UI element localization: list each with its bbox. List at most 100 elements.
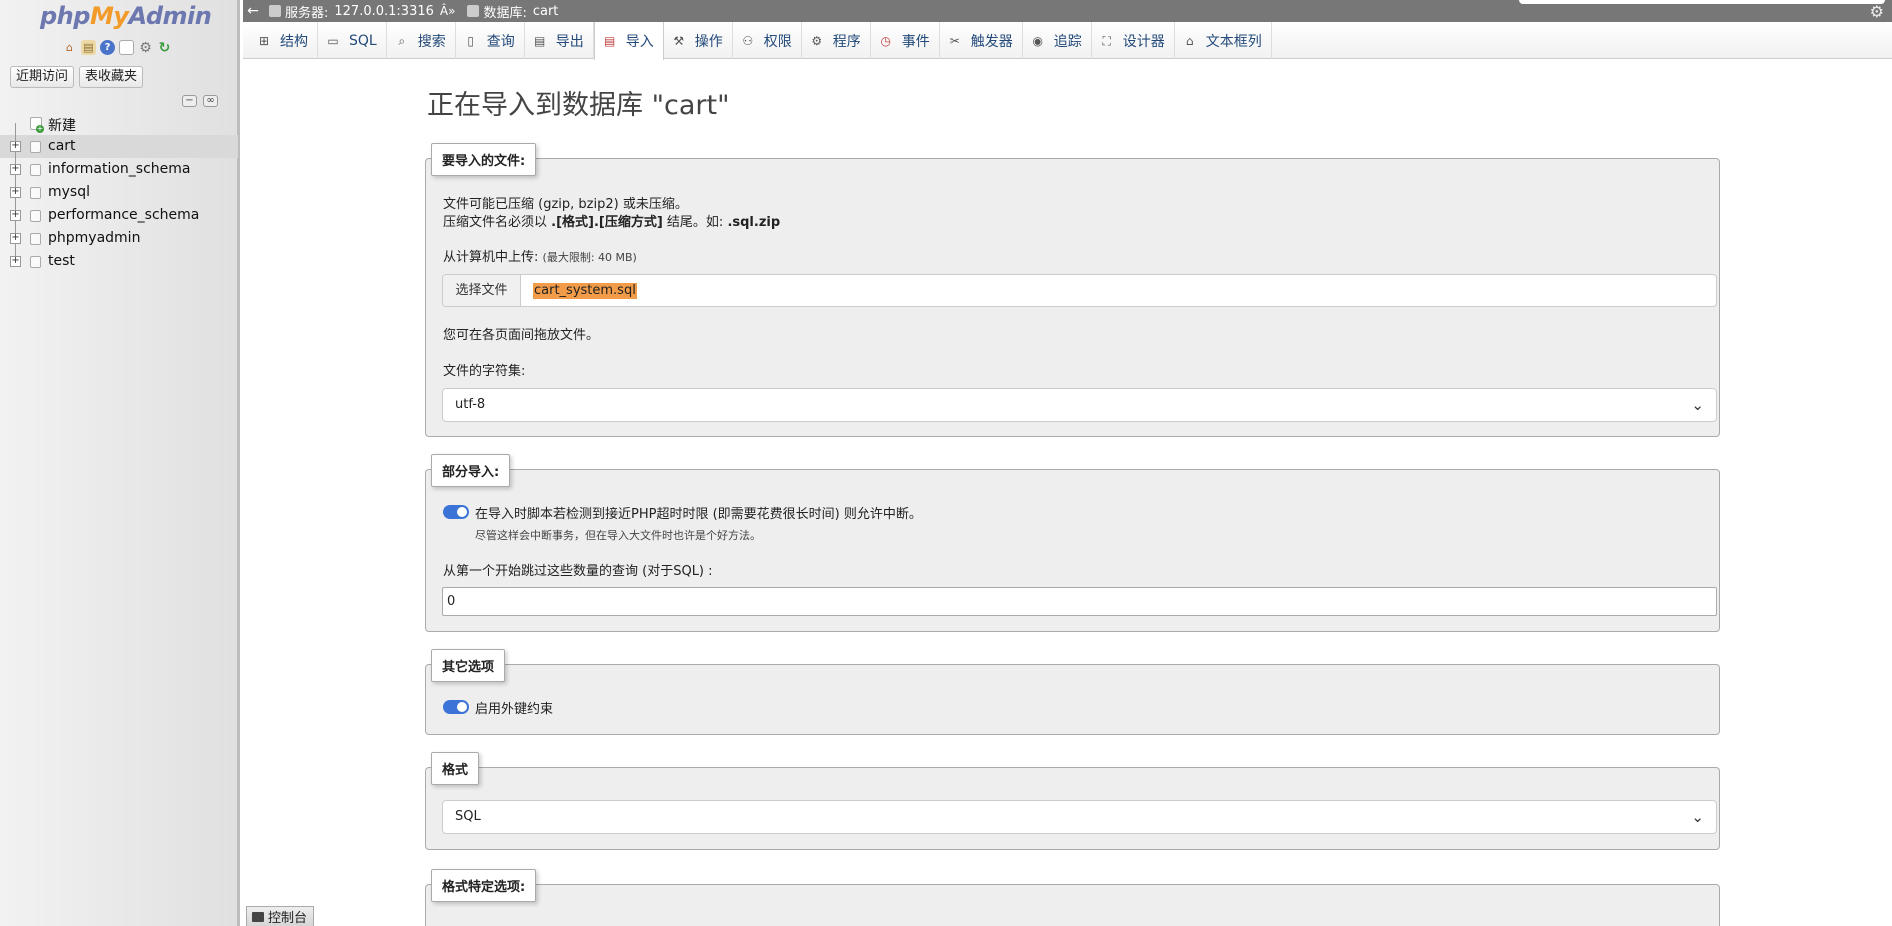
tab-operations[interactable]: ⚒ 操作 xyxy=(664,22,733,59)
allow-interrupt-toggle[interactable] xyxy=(443,505,469,519)
database-icon xyxy=(30,187,41,199)
allow-interrupt-label: 在导入时脚本若检测到接近PHP超时时限 (即需要花费很长时间) 则允许中断。 xyxy=(475,507,922,522)
file-input[interactable]: 选择文件 cart_system.sql xyxy=(442,274,1717,307)
expand-icon[interactable]: + xyxy=(10,210,21,221)
logo-php-text: php xyxy=(40,2,90,30)
chevron-down-icon: ⌄ xyxy=(1691,808,1704,826)
tree-item-label: phpmyadmin xyxy=(48,230,141,246)
upload-label-text: 从计算机中上传: xyxy=(443,250,539,265)
query-icon: ▯ xyxy=(467,33,475,48)
line2-mid: 结尾。如: xyxy=(662,215,728,230)
recent-button[interactable]: 近期访问 xyxy=(10,66,75,88)
tab-designer[interactable]: ⛶ 设计器 xyxy=(1092,22,1175,59)
expand-icon[interactable]: + xyxy=(10,141,21,152)
line2-example: .sql.zip xyxy=(727,215,781,230)
tab-privileges[interactable]: ⚇ 权限 xyxy=(733,22,802,59)
tree-item-label: information_schema xyxy=(48,161,191,177)
tab-structure[interactable]: ⊞ 结构 xyxy=(249,22,318,59)
tree-controls: − ∞ xyxy=(182,95,218,107)
charset-select[interactable]: utf-8 ⌄ xyxy=(442,388,1717,422)
tab-import[interactable]: ▤ 导入 xyxy=(593,22,664,60)
skip-queries-label: 从第一个开始跳过这些数量的查询 (对于SQL) : xyxy=(443,564,713,579)
tree-item-test[interactable]: + test xyxy=(0,250,238,273)
tab-label: 追踪 xyxy=(1053,33,1082,50)
columns-icon: ⌂ xyxy=(1185,33,1194,48)
link-with-main-icon[interactable]: ∞ xyxy=(203,95,218,107)
expand-icon[interactable]: + xyxy=(10,187,21,198)
triggers-icon: ✂ xyxy=(949,33,960,48)
tab-search[interactable]: ⌕ 搜索 xyxy=(387,22,456,59)
logo-my-text: My xyxy=(89,2,129,30)
compression-info-line1: 文件可能已压缩 (gzip, bzip2) 或未压缩。 xyxy=(443,197,688,212)
line2-prefix: 压缩文件名必须以 xyxy=(443,215,552,230)
tab-columns[interactable]: ⌂ 文本框列 xyxy=(1175,22,1272,59)
charset-label: 文件的字符集: xyxy=(443,364,526,379)
home-icon[interactable]: ⌂ xyxy=(62,40,77,55)
breadcrumb-database-label: 数据库: xyxy=(483,5,527,21)
skip-queries-input[interactable]: 0 xyxy=(442,587,1717,616)
tab-label: 导出 xyxy=(555,33,584,50)
tab-label: 文本框列 xyxy=(1205,33,1262,50)
new-db-icon xyxy=(30,117,44,133)
expand-icon[interactable]: + xyxy=(10,164,21,175)
tree-item-information-schema[interactable]: + information_schema xyxy=(0,158,238,181)
tree-item-label: cart xyxy=(48,138,76,154)
tab-label: 权限 xyxy=(763,33,792,50)
import-icon: ▤ xyxy=(604,34,616,48)
tab-label: 设计器 xyxy=(1122,33,1165,50)
tab-triggers[interactable]: ✂ 触发器 xyxy=(940,22,1023,59)
recent-favorites-tabs: 近期访问 表收藏夹 xyxy=(10,66,144,88)
breadcrumb-database-link[interactable]: cart xyxy=(533,4,559,19)
charset-selected-value: utf-8 xyxy=(455,397,486,412)
collapse-all-icon[interactable]: − xyxy=(182,95,197,107)
expand-icon[interactable]: + xyxy=(10,233,21,244)
reload-icon[interactable]: ↻ xyxy=(157,40,172,55)
format-selected-value: SQL xyxy=(455,809,481,824)
format-specific-options-legend: 格式特定选项: xyxy=(431,869,537,902)
choose-file-button[interactable]: 选择文件 xyxy=(443,275,521,306)
tab-tracking[interactable]: ◉ 追踪 xyxy=(1023,22,1092,59)
breadcrumb-separator: Â» xyxy=(439,4,456,18)
tree-item-cart[interactable]: + cart xyxy=(0,135,238,158)
tree-item-label: 新建 xyxy=(48,118,76,134)
tree-item-phpmyadmin[interactable]: + phpmyadmin xyxy=(0,227,238,250)
tab-query[interactable]: ▯ 查询 xyxy=(456,22,525,59)
help-icon[interactable]: ? xyxy=(100,40,115,55)
phpmyadmin-logo[interactable]: phpMyAdmin xyxy=(40,2,212,30)
tree-item-mysql[interactable]: + mysql xyxy=(0,181,238,204)
tab-routines[interactable]: ⚙ 程序 xyxy=(802,22,871,59)
tree-item-label: mysql xyxy=(48,184,90,200)
format-section: 格式 SQL ⌄ xyxy=(425,752,1720,850)
back-arrow-icon[interactable]: ← xyxy=(243,3,263,19)
format-legend: 格式 xyxy=(431,752,480,785)
tab-events[interactable]: ◷ 事件 xyxy=(871,22,940,59)
settings-gear-icon[interactable]: ⚙ xyxy=(138,40,153,55)
tree-item-performance-schema[interactable]: + performance_schema xyxy=(0,204,238,227)
foreign-key-checks-label: 启用外键约束 xyxy=(475,702,554,717)
breadcrumb-server-link[interactable]: 127.0.0.1:3316 xyxy=(334,4,434,19)
page-title: 正在导入到数据库 "cart" xyxy=(427,90,730,121)
expand-icon[interactable]: + xyxy=(10,256,21,267)
privileges-icon: ⚇ xyxy=(742,33,754,48)
database-icon xyxy=(30,141,41,153)
tab-sql[interactable]: ▭ SQL xyxy=(318,22,387,59)
other-options-legend: 其它选项 xyxy=(431,649,506,682)
compression-info-line2: 压缩文件名必须以 .[格式].[压缩方式] 结尾。如: .sql.zip xyxy=(443,211,780,230)
foreign-key-checks-toggle[interactable] xyxy=(443,700,469,714)
breadcrumb-server-label: 服务器: xyxy=(285,5,329,21)
tree-item-new[interactable]: 新建 xyxy=(0,112,238,135)
tab-export[interactable]: ▤ 导出 xyxy=(525,22,594,59)
partial-import-legend: 部分导入: xyxy=(431,454,511,487)
format-select[interactable]: SQL ⌄ xyxy=(442,800,1717,834)
tree-item-label: test xyxy=(48,253,75,269)
logout-icon[interactable]: ▤ xyxy=(81,40,96,55)
tab-label: 事件 xyxy=(901,33,930,50)
drag-drop-hint: 您可在各页面间拖放文件。 xyxy=(443,328,600,343)
partial-import-section: 部分导入: 在导入时脚本若检测到接近PHP超时时限 (即需要花费很长时间) 则允… xyxy=(425,454,1720,632)
main-content: 正在导入到数据库 "cart" 要导入的文件: 文件可能已压缩 (gzip, b… xyxy=(243,59,1892,926)
documentation-icon[interactable] xyxy=(119,40,134,55)
settings-gear-icon[interactable]: ⚙ xyxy=(1870,2,1884,21)
top-search-box[interactable] xyxy=(1519,0,1885,4)
wrench-icon: ⚒ xyxy=(673,33,685,48)
favorites-button[interactable]: 表收藏夹 xyxy=(79,66,144,88)
